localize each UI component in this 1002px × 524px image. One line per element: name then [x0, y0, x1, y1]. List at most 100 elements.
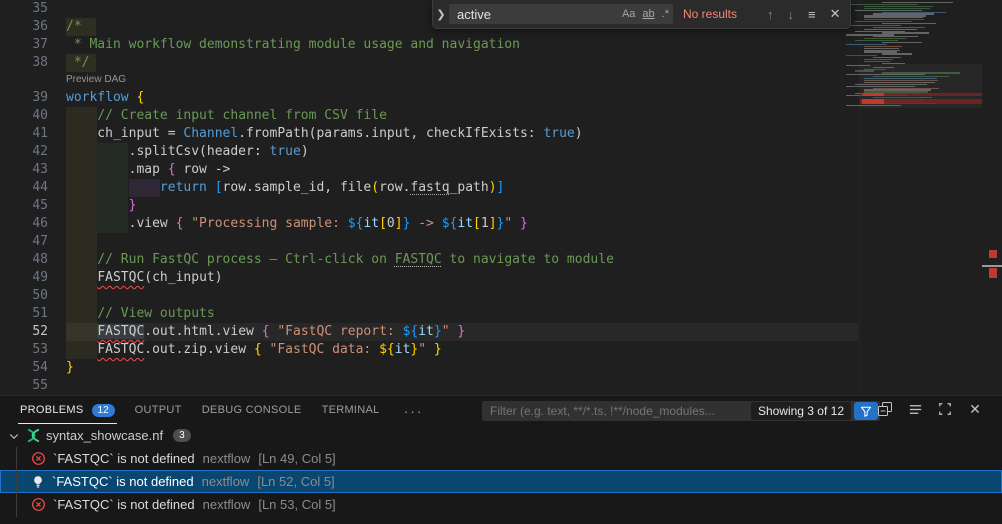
find-previous-icon[interactable]: ↑: [767, 7, 774, 22]
code-line[interactable]: 43 .map { row ->: [0, 161, 858, 179]
whole-word-icon[interactable]: ab: [642, 8, 654, 20]
code-line[interactable]: 52 FASTQC.out.html.view { "FastQC report…: [0, 323, 858, 341]
collapse-all-icon[interactable]: [876, 400, 894, 418]
line-content: FASTQC.out.zip.view { "FastQC data: ${it…: [66, 341, 858, 359]
panel-tab-problems[interactable]: PROBLEMS12: [18, 397, 117, 424]
line-number[interactable]: 42: [0, 143, 66, 161]
code-content[interactable]: 3536/*37 * Main workflow demonstrating m…: [0, 0, 858, 396]
line-number[interactable]: 47: [0, 233, 66, 251]
find-next-icon[interactable]: ↓: [788, 7, 795, 22]
panel-tabs: PROBLEMS12 OUTPUT DEBUG CONSOLE TERMINAL: [0, 397, 398, 424]
code-line[interactable]: 46 .view { "Processing sample: ${it[0]} …: [0, 215, 858, 233]
line-content: FASTQC(ch_input): [66, 269, 858, 287]
problem-source: nextflow: [203, 451, 251, 466]
problem-location: [Ln 49, Col 5]: [258, 451, 335, 466]
line-content: ch_input = Channel.fromPath(params.input…: [66, 125, 858, 143]
code-line[interactable]: 37 * Main workflow demonstrating module …: [0, 36, 858, 54]
panel-tab-debug-console[interactable]: DEBUG CONSOLE: [200, 397, 304, 424]
line-content: }: [66, 197, 858, 215]
line-number[interactable]: 40: [0, 107, 66, 125]
nextflow-file-icon: [26, 428, 41, 443]
problem-source: nextflow: [202, 474, 250, 489]
code-line[interactable]: 41 ch_input = Channel.fromPath(params.in…: [0, 125, 858, 143]
code-line[interactable]: 53 FASTQC.out.zip.view { "FastQC data: $…: [0, 341, 858, 359]
chevron-down-icon[interactable]: [8, 430, 20, 442]
code-line[interactable]: 44 return [row.sample_id, file(row.fastq…: [0, 179, 858, 197]
line-number[interactable]: 37: [0, 36, 66, 54]
panel-tab-terminal[interactable]: TERMINAL: [320, 397, 382, 424]
line-number[interactable]: 41: [0, 125, 66, 143]
problem-location: [Ln 52, Col 5]: [257, 474, 334, 489]
line-number[interactable]: 48: [0, 251, 66, 269]
more-actions-icon[interactable]: ···: [404, 403, 424, 419]
problem-row[interactable]: `FASTQC` is not definednextflow[Ln 53, C…: [0, 493, 1002, 516]
minimap-error-marker: [860, 93, 982, 96]
code-line[interactable]: 38 */: [0, 54, 858, 72]
code-line[interactable]: 54}: [0, 359, 858, 377]
problem-message: `FASTQC` is not defined: [53, 497, 195, 512]
regex-icon[interactable]: .*: [662, 8, 669, 20]
problems-tree: syntax_showcase.nf 3 `FASTQC` is not def…: [0, 424, 1002, 524]
problem-row[interactable]: `FASTQC` is not defined nextflow [Ln 52, C…: [0, 470, 1002, 493]
line-number[interactable]: 52: [0, 323, 66, 341]
line-number[interactable]: 55: [0, 377, 66, 395]
line-content: .view { "Processing sample: ${it[0]} -> …: [66, 215, 858, 233]
problem-message: `FASTQC` is not defined: [52, 474, 194, 489]
panel-header-icons: ✕: [876, 400, 984, 418]
line-content: // View outputs: [66, 305, 858, 323]
find-toggle-replace-chevron[interactable]: ❯: [433, 0, 449, 28]
line-number[interactable]: 46: [0, 215, 66, 233]
line-content: // Run FastQC process – Ctrl-click on FA…: [66, 251, 858, 269]
find-in-selection-icon[interactable]: ≡: [808, 7, 816, 22]
line-number[interactable]: 38: [0, 54, 66, 72]
line-number[interactable]: 43: [0, 161, 66, 179]
maximize-panel-icon[interactable]: [936, 400, 954, 418]
problem-row[interactable]: `FASTQC` is not defined nextflow [Ln 49, C…: [0, 447, 1002, 470]
line-number[interactable]: 35: [0, 0, 66, 18]
codelens-preview-dag[interactable]: Preview DAG: [0, 72, 858, 89]
line-number[interactable]: 54: [0, 359, 66, 377]
code-line[interactable]: 39workflow {: [0, 89, 858, 107]
problem-message: `FASTQC` is not defined: [53, 451, 195, 466]
problems-file-badge: 3: [173, 429, 191, 442]
line-number[interactable]: 49: [0, 269, 66, 287]
code-line[interactable]: 45 }: [0, 197, 858, 215]
code-line[interactable]: 49 FASTQC(ch_input): [0, 269, 858, 287]
find-input[interactable]: [455, 6, 615, 23]
problems-file-row[interactable]: syntax_showcase.nf 3: [0, 424, 1002, 447]
filter-funnel-icon[interactable]: [854, 402, 878, 420]
line-content: }: [66, 359, 858, 377]
code-line[interactable]: 42 .splitCsv(header: true): [0, 143, 858, 161]
line-number[interactable]: 45: [0, 197, 66, 215]
find-close-icon[interactable]: ✕: [830, 6, 841, 22]
showing-count-badge: Showing 3 of 12: [751, 402, 851, 420]
code-line[interactable]: 50: [0, 287, 858, 305]
view-as-table-icon[interactable]: [906, 400, 924, 418]
editor-area[interactable]: 3536/*37 * Main workflow demonstrating m…: [0, 0, 1002, 396]
line-number[interactable]: 36: [0, 18, 66, 36]
problems-count-badge: 12: [92, 404, 115, 417]
line-number[interactable]: 50: [0, 287, 66, 305]
code-line[interactable]: 47: [0, 233, 858, 251]
line-number[interactable]: 51: [0, 305, 66, 323]
problems-filter-box: Showing 3 of 12: [482, 401, 880, 421]
line-number[interactable]: 53: [0, 341, 66, 359]
code-line[interactable]: 55: [0, 377, 858, 395]
line-number[interactable]: 44: [0, 179, 66, 197]
line-content: workflow {: [66, 89, 858, 107]
problems-filter-input[interactable]: [488, 403, 751, 419]
problem-source: nextflow: [203, 497, 251, 512]
code-line[interactable]: 51 // View outputs: [0, 305, 858, 323]
panel-tab-output[interactable]: OUTPUT: [133, 397, 184, 424]
close-panel-icon[interactable]: ✕: [966, 400, 984, 418]
code-line[interactable]: 40 // Create input channel from CSV file: [0, 107, 858, 125]
match-case-icon[interactable]: Aa: [622, 8, 635, 20]
line-number[interactable]: 39: [0, 89, 66, 107]
bottom-panel: PROBLEMS12 OUTPUT DEBUG CONSOLE TERMINAL ··…: [0, 395, 1002, 524]
line-content: FASTQC.out.html.view { "FastQC report: $…: [66, 323, 858, 341]
lightbulb-icon: [31, 475, 45, 489]
find-input-box: Aa ab .*: [449, 4, 673, 24]
tree-indent-guide: [16, 447, 17, 517]
code-line[interactable]: 48 // Run FastQC process – Ctrl-click on…: [0, 251, 858, 269]
problems-file-name: syntax_showcase.nf: [46, 428, 163, 443]
